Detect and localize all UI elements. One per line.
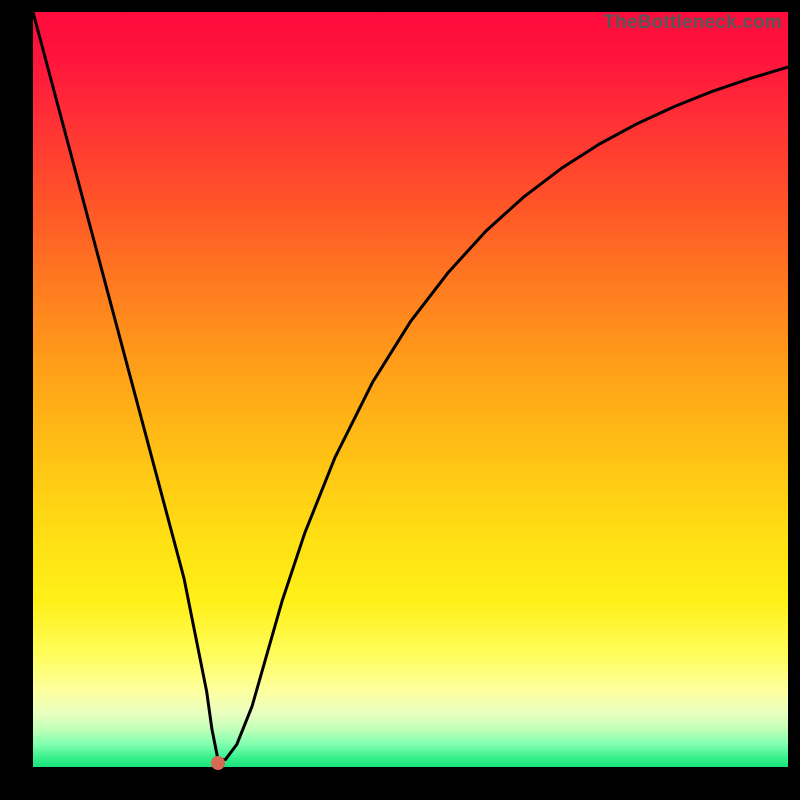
chart-frame: TheBottleneck.com (0, 0, 800, 800)
optimal-point-marker (211, 756, 225, 770)
bottleneck-curve (33, 12, 788, 759)
curve-layer (33, 12, 788, 767)
plot-area: TheBottleneck.com (33, 12, 788, 767)
